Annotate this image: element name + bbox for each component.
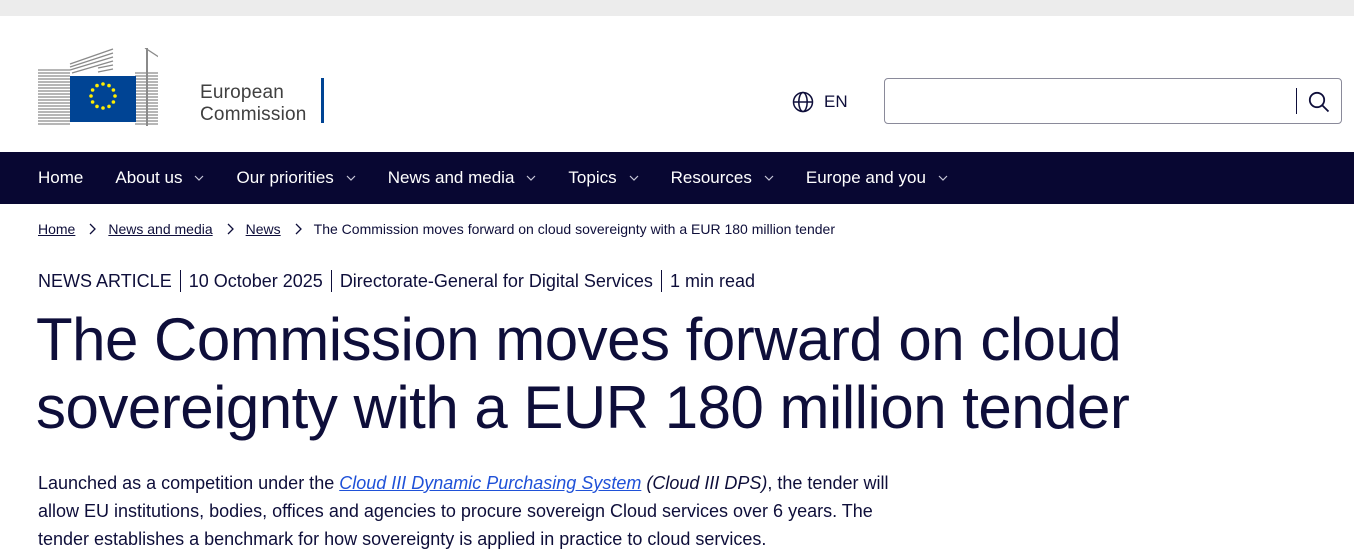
main-navigation: Home About us Our priorities News and me… [0, 152, 1354, 204]
nav-item-label: Resources [670, 168, 752, 187]
title-line-1: The Commission moves forward on cloud [36, 306, 1122, 373]
ec-building-icon [38, 48, 158, 126]
lead-text-line-2: allow EU institutions, bodies, offices a… [38, 501, 873, 521]
article-read-time: 1 min read [669, 270, 755, 291]
breadcrumb-link-news[interactable]: News [246, 221, 281, 237]
article-type: NEWS ARTICLE [38, 270, 172, 291]
meta-separator [330, 270, 332, 292]
logo-text: European Commission [200, 82, 307, 126]
nav-item-label: Home [38, 168, 84, 187]
meta-separator [179, 270, 181, 292]
breadcrumb-link-home[interactable]: Home [38, 221, 75, 237]
site-header: European Commission EN [0, 16, 1354, 152]
chevron-down-icon [346, 175, 356, 181]
nav-item-home[interactable]: Home [22, 152, 99, 204]
chevron-down-icon [764, 175, 774, 181]
article-meta: NEWS ARTICLE 10 October 2025 Directorate… [38, 270, 755, 292]
search-input[interactable] [893, 85, 1293, 117]
lead-text-start: Launched as a competition under the [38, 473, 340, 493]
article-department: Directorate-General for Digital Services [339, 270, 653, 291]
page-title: The Commission moves forward on cloud so… [36, 306, 1156, 442]
nav-item-label: Our priorities [236, 168, 334, 187]
top-strip [0, 0, 1354, 16]
article-date: 10 October 2025 [188, 270, 323, 291]
breadcrumb: Home News and media News The Commission … [38, 221, 835, 237]
nav-item-europe-and-you[interactable]: Europe and you [790, 152, 964, 204]
meta-separator [660, 270, 662, 292]
cloud-dps-link[interactable]: Cloud III Dynamic Purchasing System [339, 473, 641, 493]
globe-icon [792, 91, 814, 113]
chevron-right-icon [89, 223, 97, 235]
lead-abbreviation: (Cloud III DPS) [646, 473, 768, 493]
nav-item-label: Topics [568, 168, 617, 187]
article-lead: Launched as a competition under the Clou… [38, 469, 938, 553]
nav-item-resources[interactable]: Resources [655, 152, 790, 204]
chevron-down-icon [526, 175, 536, 181]
title-line-2: sovereignty with a EUR 180 million tende… [36, 374, 1130, 441]
lead-text-line-3: tender establishes a benchmark for how s… [38, 529, 767, 549]
language-code: EN [824, 92, 848, 111]
nav-item-topics[interactable]: Topics [552, 152, 654, 204]
nav-item-news-and-media[interactable]: News and media [372, 152, 553, 204]
logo-line-2: Commission [200, 104, 307, 125]
search-box [884, 78, 1342, 124]
lead-text-line1-end: , the tender will [767, 473, 889, 493]
breadcrumb-current: The Commission moves forward on cloud so… [313, 221, 835, 237]
nav-item-label: Europe and you [805, 168, 926, 187]
logo-line-1: European [200, 82, 285, 103]
language-selector[interactable]: EN [792, 90, 848, 114]
chevron-down-icon [195, 175, 204, 181]
search-icon [1308, 91, 1330, 113]
nav-item-our-priorities[interactable]: Our priorities [220, 152, 371, 204]
chevron-right-icon [227, 223, 234, 235]
nav-item-label: About us [115, 168, 183, 187]
chevron-down-icon [938, 175, 948, 181]
breadcrumb-link-news-and-media[interactable]: News and media [108, 221, 212, 237]
search-button[interactable] [1303, 87, 1335, 117]
chevron-down-icon [629, 175, 639, 181]
nav-item-label: News and media [387, 168, 515, 187]
logo-accent-bar [321, 78, 324, 123]
european-commission-logo[interactable]: European Commission [38, 48, 328, 126]
nav-item-about-us[interactable]: About us [99, 152, 220, 204]
chevron-right-icon [295, 223, 302, 235]
search-divider [1296, 88, 1297, 114]
